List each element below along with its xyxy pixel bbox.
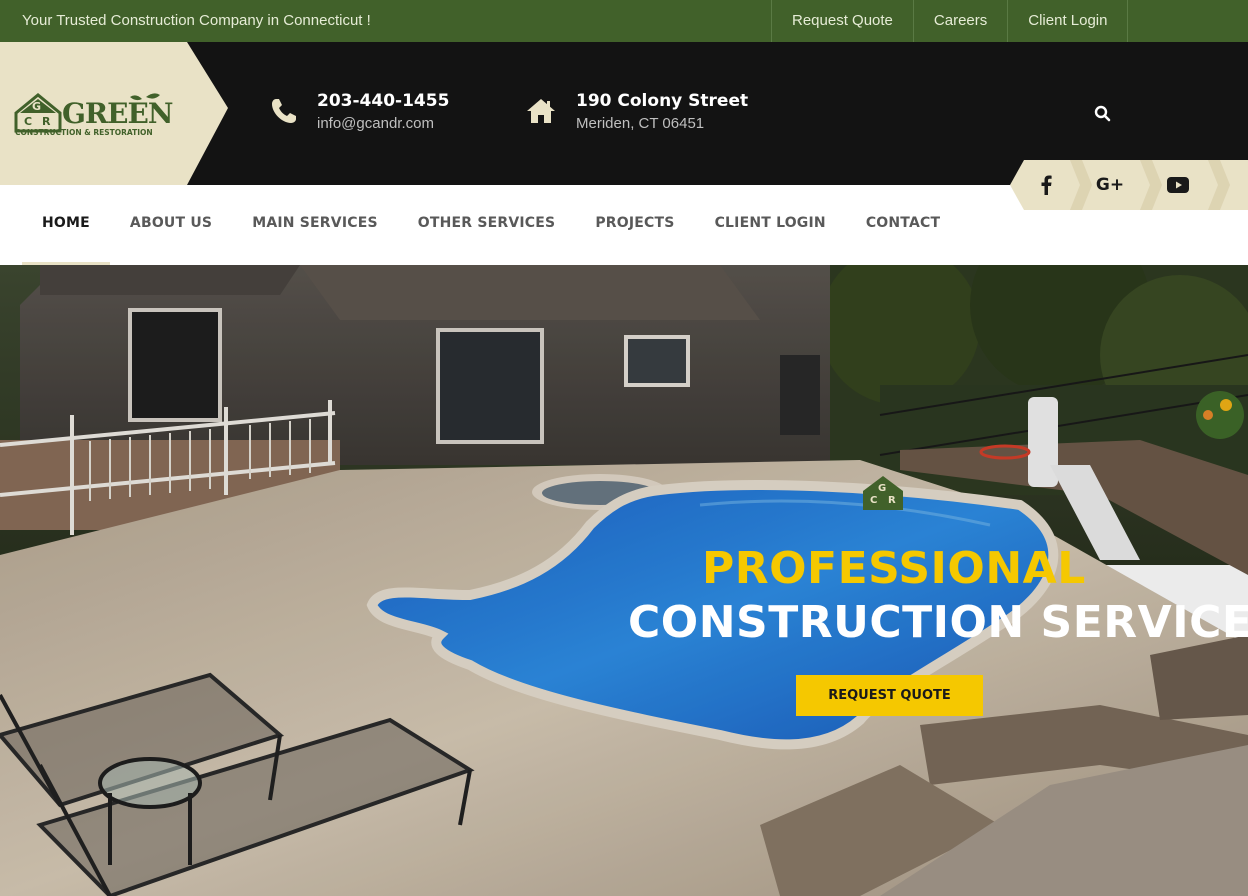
- nav-item-contact[interactable]: CONTACT: [846, 185, 960, 265]
- nav-items: HOME ABOUT US MAIN SERVICES OTHER SERVIC…: [22, 185, 960, 265]
- badge-letter-c: C: [870, 495, 878, 506]
- logo-letter-g: G: [32, 100, 42, 113]
- top-links: Request Quote Careers Client Login: [771, 0, 1129, 42]
- top-link-careers[interactable]: Careers: [912, 0, 1007, 42]
- main-nav: HOME ABOUT US MAIN SERVICES OTHER SERVIC…: [0, 185, 1010, 265]
- top-bar: Your Trusted Construction Company in Con…: [0, 0, 1248, 42]
- phone-block: 203-440-1455 info@gcandr.com: [317, 91, 449, 132]
- nav-item-home[interactable]: HOME: [22, 185, 110, 265]
- hero-banner: G C R PROFESSIONAL CONSTRUCTION SERVICE …: [0, 265, 1248, 896]
- nav-item-main-services[interactable]: MAIN SERVICES: [232, 185, 398, 265]
- phone-number[interactable]: 203-440-1455: [317, 91, 449, 111]
- facebook-icon[interactable]: [1020, 160, 1072, 210]
- nav-item-other-services[interactable]: OTHER SERVICES: [398, 185, 576, 265]
- top-link-request-quote[interactable]: Request Quote: [771, 0, 913, 42]
- youtube-icon[interactable]: [1152, 160, 1204, 210]
- hero-logo-badge: G C R: [862, 475, 904, 511]
- top-link-client-login[interactable]: Client Login: [1007, 0, 1129, 42]
- tagline: Your Trusted Construction Company in Con…: [22, 12, 371, 29]
- badge-letter-g: G: [878, 483, 887, 494]
- logo-letter-r: R: [42, 115, 51, 128]
- address-block: 190 Colony Street Meriden, CT 06451: [576, 91, 748, 132]
- logo-letter-c: C: [24, 115, 33, 128]
- nav-item-projects[interactable]: PROJECTS: [575, 185, 694, 265]
- search-icon[interactable]: [1093, 104, 1113, 124]
- city-address: Meriden, CT 06451: [576, 115, 705, 132]
- google-plus-label: G+: [1095, 175, 1125, 195]
- google-plus-icon[interactable]: G+: [1084, 160, 1136, 210]
- badge-letter-r: R: [888, 495, 896, 506]
- logo[interactable]: G C R GREEN CONSTRUCTION & RESTORATION: [14, 91, 174, 141]
- home-icon: [526, 97, 556, 125]
- request-quote-button[interactable]: REQUEST QUOTE: [796, 675, 983, 716]
- nav-item-about-us[interactable]: ABOUT US: [110, 185, 232, 265]
- hero-title-line1: PROFESSIONAL: [702, 543, 1086, 594]
- nav-item-client-login[interactable]: CLIENT LOGIN: [695, 185, 846, 265]
- email-address[interactable]: info@gcandr.com: [317, 115, 449, 132]
- street-address: 190 Colony Street: [576, 91, 749, 111]
- logo-wordmark: GREEN: [62, 97, 173, 130]
- phone-icon: [270, 97, 298, 125]
- hero-title-line2: CONSTRUCTION SERVICE: [628, 597, 1248, 648]
- logo-subtitle: CONSTRUCTION & RESTORATION: [15, 128, 153, 137]
